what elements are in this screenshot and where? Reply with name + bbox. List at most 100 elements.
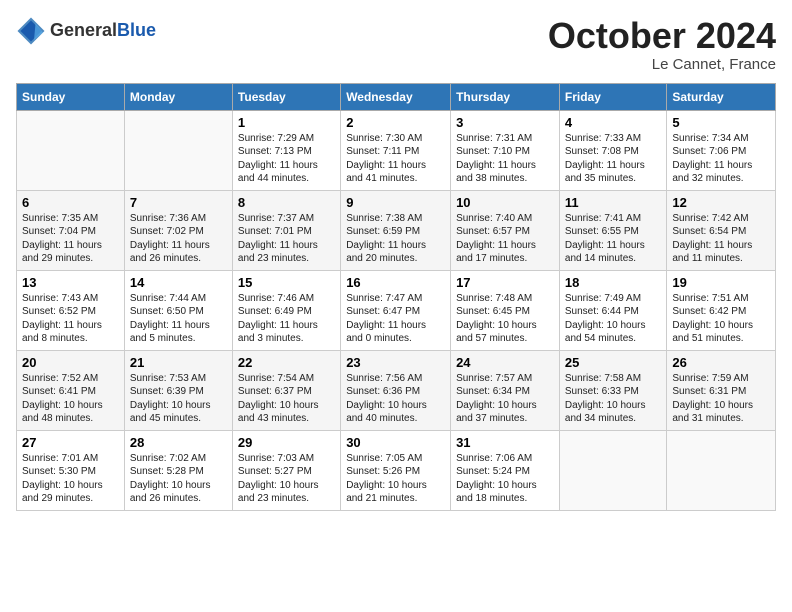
day-info: Sunrise: 7:46 AM Sunset: 6:49 PM Dayligh… [238,292,335,346]
month-title: October 2024 [548,16,776,56]
day-info: Sunrise: 7:40 AM Sunset: 6:57 PM Dayligh… [456,212,554,266]
day-number: 17 [456,275,554,290]
weekday-header: Monday [124,83,232,110]
day-info: Sunrise: 7:01 AM Sunset: 5:30 PM Dayligh… [22,452,119,506]
calendar-week-row: 27 Sunrise: 7:01 AM Sunset: 5:30 PM Dayli… [17,430,776,510]
day-info: Sunrise: 7:03 AM Sunset: 5:27 PM Dayligh… [238,452,335,506]
day-info: Sunrise: 7:57 AM Sunset: 6:34 PM Dayligh… [456,372,554,426]
calendar-day-cell: 24 Sunrise: 7:57 AM Sunset: 6:34 PM Dayli… [451,350,560,430]
calendar-day-cell: 26 Sunrise: 7:59 AM Sunset: 6:31 PM Dayli… [667,350,776,430]
day-info: Sunrise: 7:06 AM Sunset: 5:24 PM Dayligh… [456,452,554,506]
day-info: Sunrise: 7:41 AM Sunset: 6:55 PM Dayligh… [565,212,661,266]
day-number: 27 [22,435,119,450]
day-info: Sunrise: 7:33 AM Sunset: 7:08 PM Dayligh… [565,132,661,186]
day-number: 19 [672,275,770,290]
calendar-day-cell: 18 Sunrise: 7:49 AM Sunset: 6:44 PM Dayli… [559,270,666,350]
calendar-day-cell: 13Sunrise: 7:43 AM Sunset: 6:52 PM Dayli… [17,270,125,350]
calendar-day-cell: 30 Sunrise: 7:05 AM Sunset: 5:26 PM Dayli… [341,430,451,510]
calendar-day-cell [667,430,776,510]
weekday-header: Friday [559,83,666,110]
calendar-day-cell [17,110,125,190]
day-info: Sunrise: 7:38 AM Sunset: 6:59 PM Dayligh… [346,212,445,266]
weekday-header: Saturday [667,83,776,110]
calendar-week-row: 13Sunrise: 7:43 AM Sunset: 6:52 PM Dayli… [17,270,776,350]
day-number: 26 [672,355,770,370]
day-number: 14 [130,275,227,290]
logo-icon [16,16,46,46]
day-number: 21 [130,355,227,370]
calendar-table: SundayMondayTuesdayWednesdayThursdayFrid… [16,83,776,511]
logo-general-text: General [50,20,117,40]
day-info: Sunrise: 7:37 AM Sunset: 7:01 PM Dayligh… [238,212,335,266]
calendar-day-cell: 29 Sunrise: 7:03 AM Sunset: 5:27 PM Dayli… [232,430,340,510]
calendar-day-cell: 3 Sunrise: 7:31 AM Sunset: 7:10 PM Daylig… [451,110,560,190]
weekday-header-row: SundayMondayTuesdayWednesdayThursdayFrid… [17,83,776,110]
day-info: Sunrise: 7:31 AM Sunset: 7:10 PM Dayligh… [456,132,554,186]
location: Le Cannet, France [548,56,776,73]
day-info: Sunrise: 7:52 AM Sunset: 6:41 PM Dayligh… [22,372,119,426]
title-block: October 2024 Le Cannet, France [548,16,776,73]
day-info: Sunrise: 7:59 AM Sunset: 6:31 PM Dayligh… [672,372,770,426]
day-info: Sunrise: 7:29 AM Sunset: 7:13 PM Dayligh… [238,132,335,186]
calendar-day-cell: 8 Sunrise: 7:37 AM Sunset: 7:01 PM Daylig… [232,190,340,270]
calendar-day-cell: 28Sunrise: 7:02 AM Sunset: 5:28 PM Dayli… [124,430,232,510]
calendar-day-cell: 14 Sunrise: 7:44 AM Sunset: 6:50 PM Dayli… [124,270,232,350]
day-info: Sunrise: 7:48 AM Sunset: 6:45 PM Dayligh… [456,292,554,346]
calendar-day-cell: 12Sunrise: 7:42 AM Sunset: 6:54 PM Dayli… [667,190,776,270]
weekday-header: Tuesday [232,83,340,110]
calendar-day-cell: 17 Sunrise: 7:48 AM Sunset: 6:45 PM Dayli… [451,270,560,350]
day-number: 22 [238,355,335,370]
day-number: 30 [346,435,445,450]
day-info: Sunrise: 7:56 AM Sunset: 6:36 PM Dayligh… [346,372,445,426]
calendar-day-cell: 20 Sunrise: 7:52 AM Sunset: 6:41 PM Dayli… [17,350,125,430]
day-info: Sunrise: 7:47 AM Sunset: 6:47 PM Dayligh… [346,292,445,346]
day-info: Sunrise: 7:36 AM Sunset: 7:02 PM Dayligh… [130,212,227,266]
page-header: GeneralBlue October 2024 Le Cannet, Fran… [16,16,776,73]
day-info: Sunrise: 7:30 AM Sunset: 7:11 PM Dayligh… [346,132,445,186]
calendar-day-cell: 11Sunrise: 7:41 AM Sunset: 6:55 PM Dayli… [559,190,666,270]
weekday-header: Wednesday [341,83,451,110]
day-number: 31 [456,435,554,450]
calendar-day-cell: 5 Sunrise: 7:34 AM Sunset: 7:06 PM Daylig… [667,110,776,190]
day-number: 20 [22,355,119,370]
day-number: 24 [456,355,554,370]
day-info: Sunrise: 7:54 AM Sunset: 6:37 PM Dayligh… [238,372,335,426]
day-info: Sunrise: 7:58 AM Sunset: 6:33 PM Dayligh… [565,372,661,426]
calendar-day-cell: 15 Sunrise: 7:46 AM Sunset: 6:49 PM Dayli… [232,270,340,350]
calendar-day-cell: 23 Sunrise: 7:56 AM Sunset: 6:36 PM Dayli… [341,350,451,430]
calendar-week-row: 6Sunrise: 7:35 AM Sunset: 7:04 PM Daylig… [17,190,776,270]
day-number: 23 [346,355,445,370]
day-info: Sunrise: 7:44 AM Sunset: 6:50 PM Dayligh… [130,292,227,346]
day-number: 8 [238,195,335,210]
day-number: 15 [238,275,335,290]
day-number: 3 [456,115,554,130]
calendar-day-cell: 7Sunrise: 7:36 AM Sunset: 7:02 PM Daylig… [124,190,232,270]
weekday-header: Sunday [17,83,125,110]
calendar-day-cell: 16 Sunrise: 7:47 AM Sunset: 6:47 PM Dayli… [341,270,451,350]
day-number: 18 [565,275,661,290]
day-info: Sunrise: 7:34 AM Sunset: 7:06 PM Dayligh… [672,132,770,186]
calendar-day-cell: 22 Sunrise: 7:54 AM Sunset: 6:37 PM Dayli… [232,350,340,430]
logo-blue-text: Blue [117,20,156,40]
calendar-day-cell: 27 Sunrise: 7:01 AM Sunset: 5:30 PM Dayli… [17,430,125,510]
calendar-week-row: 20 Sunrise: 7:52 AM Sunset: 6:41 PM Dayli… [17,350,776,430]
calendar-day-cell: 9Sunrise: 7:38 AM Sunset: 6:59 PM Daylig… [341,190,451,270]
calendar-day-cell: 21Sunrise: 7:53 AM Sunset: 6:39 PM Dayli… [124,350,232,430]
calendar-day-cell: 25Sunrise: 7:58 AM Sunset: 6:33 PM Dayli… [559,350,666,430]
weekday-header: Thursday [451,83,560,110]
day-number: 1 [238,115,335,130]
day-info: Sunrise: 7:43 AM Sunset: 6:52 PM Dayligh… [22,292,119,346]
calendar-day-cell: 19Sunrise: 7:51 AM Sunset: 6:42 PM Dayli… [667,270,776,350]
calendar-day-cell [124,110,232,190]
day-info: Sunrise: 7:49 AM Sunset: 6:44 PM Dayligh… [565,292,661,346]
day-info: Sunrise: 7:35 AM Sunset: 7:04 PM Dayligh… [22,212,119,266]
day-info: Sunrise: 7:05 AM Sunset: 5:26 PM Dayligh… [346,452,445,506]
calendar-day-cell: 2 Sunrise: 7:30 AM Sunset: 7:11 PM Daylig… [341,110,451,190]
calendar-day-cell [559,430,666,510]
day-number: 2 [346,115,445,130]
day-number: 5 [672,115,770,130]
day-number: 4 [565,115,661,130]
day-number: 16 [346,275,445,290]
day-number: 29 [238,435,335,450]
calendar-day-cell: 6Sunrise: 7:35 AM Sunset: 7:04 PM Daylig… [17,190,125,270]
